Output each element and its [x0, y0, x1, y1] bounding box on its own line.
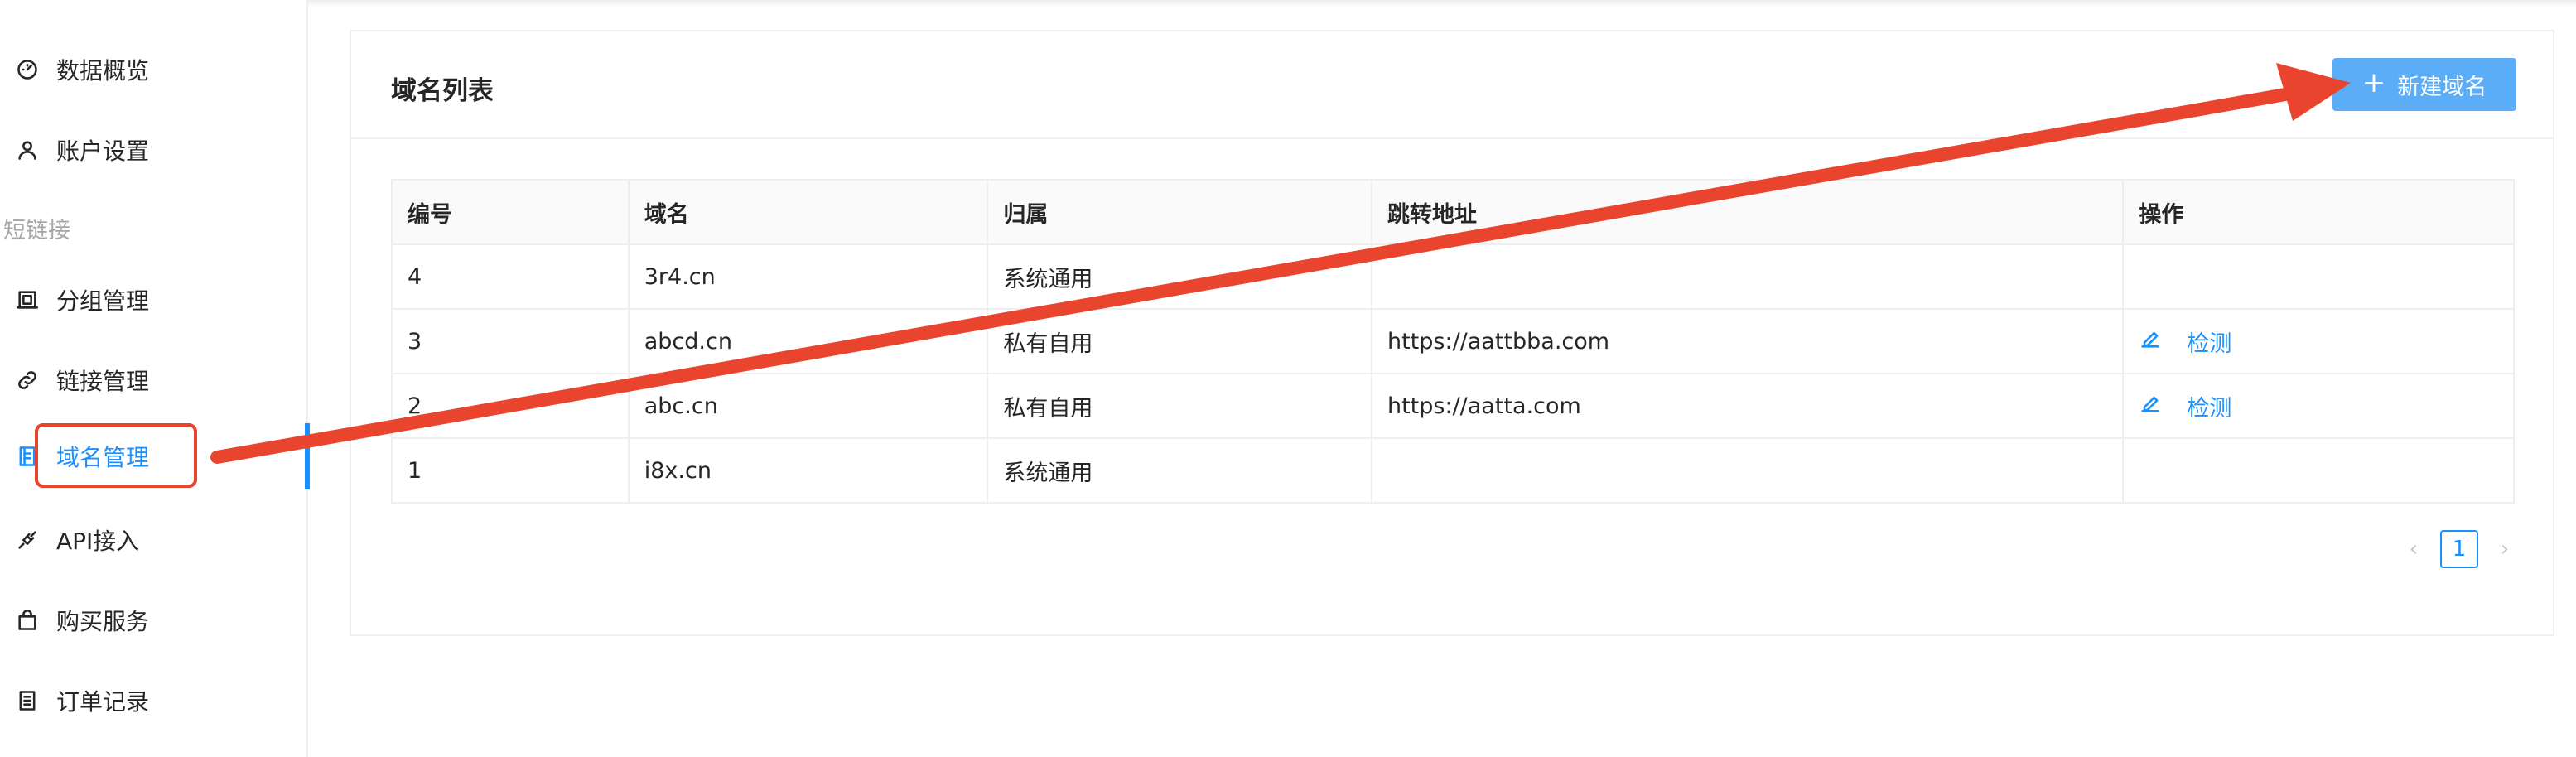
new-domain-button-label: 新建域名 [2397, 74, 2487, 100]
cell-domain: i8x.cn [627, 437, 989, 504]
shopping-bag-icon [15, 608, 40, 633]
cell-id: 3 [391, 308, 630, 374]
sidebar-item-overview[interactable]: 数据概览 [0, 36, 308, 103]
plus-icon: + [2361, 66, 2386, 99]
sidebar-item-groups[interactable]: 分组管理 [0, 267, 308, 333]
sidebar-item-orders[interactable]: 订单记录 [0, 668, 308, 734]
table-row: 1 i8x.cn 系统通用 [391, 437, 2515, 504]
sidebar-item-label: 账户设置 [56, 137, 150, 165]
cell-action [2122, 437, 2515, 504]
column-header-action: 操作 [2122, 179, 2515, 245]
pagination: ‹ 1 › [2402, 530, 2516, 568]
card-header: 域名列表 + 新建域名 [351, 31, 2553, 139]
sidebar-item-label: 购买服务 [56, 608, 150, 635]
edit-icon[interactable] [2139, 327, 2162, 356]
cell-id: 2 [391, 373, 630, 439]
domain-list-card: 域名列表 + 新建域名 编号 域名 归属 跳转地址 操作 4 3r4.cn 系统… [350, 30, 2554, 636]
sidebar-item-label: API接入 [56, 528, 140, 555]
check-link[interactable]: 检测 [2187, 325, 2231, 358]
sidebar-item-api[interactable]: API接入 [0, 507, 308, 573]
cell-id: 4 [391, 243, 630, 310]
table-row: 4 3r4.cn 系统通用 [391, 243, 2515, 310]
cell-domain: abc.cn [627, 373, 989, 439]
check-link[interactable]: 检测 [2187, 390, 2231, 422]
user-icon [15, 137, 40, 162]
app: 数据概览 账户设置 短链接 分组管理 链接管理 域名管理 API接入 购买服务 … [0, 0, 2576, 757]
table-row: 2 abc.cn 私有自用 https://aatta.com 检测 [391, 373, 2515, 439]
cell-action: 检测 [2122, 308, 2515, 374]
sidebar: 数据概览 账户设置 短链接 分组管理 链接管理 域名管理 API接入 购买服务 … [0, 0, 310, 757]
column-header-owner: 归属 [987, 179, 1372, 245]
column-header-id: 编号 [391, 179, 630, 245]
top-shadow [0, 0, 2576, 7]
domain-table: 编号 域名 归属 跳转地址 操作 4 3r4.cn 系统通用 3 abcd.cn… [391, 179, 2515, 504]
cell-action [2122, 243, 2515, 310]
column-header-domain: 域名 [627, 179, 989, 245]
cell-domain: 3r4.cn [627, 243, 989, 310]
chevron-right-icon[interactable]: › [2493, 533, 2516, 566]
cell-owner: 私有自用 [987, 373, 1372, 439]
group-icon [15, 287, 40, 312]
cell-action: 检测 [2122, 373, 2515, 439]
sidebar-item-label: 链接管理 [56, 368, 150, 395]
sidebar-item-links[interactable]: 链接管理 [0, 347, 308, 413]
cell-id: 1 [391, 437, 630, 504]
sidebar-item-label: 订单记录 [56, 688, 150, 716]
dashboard-icon [15, 57, 40, 82]
sidebar-item-label: 数据概览 [56, 57, 150, 84]
highlight-box [35, 423, 197, 488]
cell-owner: 私有自用 [987, 308, 1372, 374]
link-icon [15, 368, 40, 393]
sidebar-item-account[interactable]: 账户设置 [0, 117, 308, 183]
cell-owner: 系统通用 [987, 437, 1372, 504]
column-header-redirect: 跳转地址 [1370, 179, 2125, 245]
page-number[interactable]: 1 [2440, 530, 2478, 568]
cell-owner: 系统通用 [987, 243, 1372, 310]
order-icon [15, 688, 40, 713]
sidebar-item-purchase[interactable]: 购买服务 [0, 587, 308, 653]
table-row: 3 abcd.cn 私有自用 https://aattbba.com 检测 [391, 308, 2515, 374]
sidebar-item-label: 分组管理 [56, 287, 150, 315]
cell-redirect [1370, 437, 2125, 504]
api-icon [15, 528, 40, 552]
new-domain-button[interactable]: + 新建域名 [2332, 58, 2516, 111]
edit-icon[interactable] [2139, 392, 2162, 421]
cell-redirect: https://aattbba.com [1370, 308, 2125, 374]
table-header-row: 编号 域名 归属 跳转地址 操作 [391, 179, 2515, 245]
cell-domain: abcd.cn [627, 308, 989, 374]
cell-redirect [1370, 243, 2125, 310]
cell-redirect: https://aatta.com [1370, 373, 2125, 439]
sidebar-group-title: 短链接 [3, 218, 70, 243]
chevron-left-icon[interactable]: ‹ [2402, 533, 2425, 566]
page-title: 域名列表 [391, 76, 494, 106]
